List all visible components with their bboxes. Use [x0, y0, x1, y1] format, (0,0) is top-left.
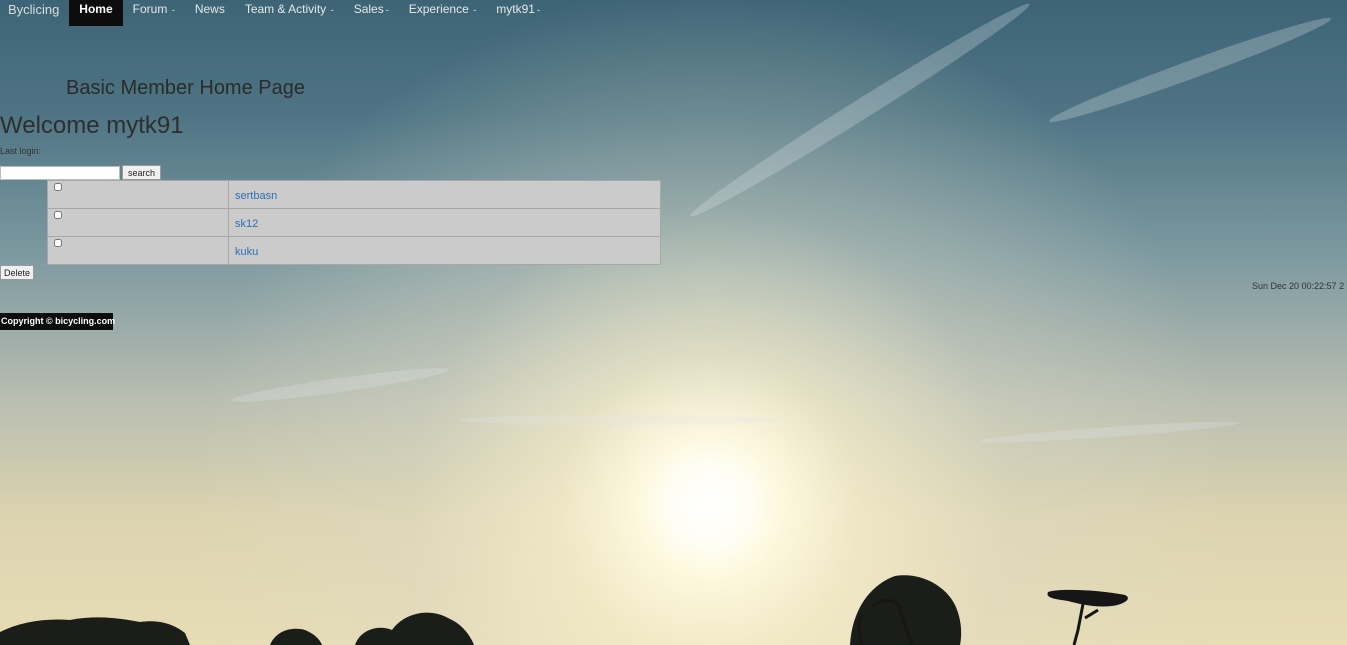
- member-checkbox[interactable]: [54, 238, 62, 247]
- member-link[interactable]: sertbasn: [235, 190, 277, 202]
- nav-home-label: Home: [79, 2, 113, 16]
- nav-experience-label: Experience: [408, 2, 469, 16]
- nav-experience[interactable]: Experience -: [399, 0, 487, 26]
- name-cell: sk12: [228, 208, 661, 237]
- caret-icon: -: [536, 5, 540, 15]
- search-input[interactable]: [0, 166, 120, 180]
- table-row: kuku: [47, 236, 661, 265]
- page-title: Basic Member Home Page: [66, 77, 305, 99]
- member-checkbox[interactable]: [54, 210, 62, 219]
- nav-sales[interactable]: Sales -: [344, 0, 399, 26]
- table-row: sertbasn: [47, 180, 661, 209]
- name-cell: kuku: [228, 236, 661, 265]
- nav-team-activity-label: Team & Activity: [244, 2, 327, 16]
- checkbox-cell: [47, 208, 229, 237]
- delete-button[interactable]: Delete: [0, 265, 34, 280]
- member-table: sertbasn sk12 kuku: [47, 180, 661, 265]
- nav-news[interactable]: News: [185, 0, 235, 26]
- brand-link[interactable]: Byclicing: [0, 0, 69, 26]
- nav-forum-label: Forum: [132, 2, 168, 16]
- nav-home[interactable]: Home: [69, 0, 123, 26]
- nav-forum[interactable]: Forum -: [123, 0, 185, 26]
- caret-icon: -: [169, 5, 175, 15]
- table-row: sk12: [47, 208, 661, 237]
- checkbox-cell: [47, 236, 229, 265]
- copyright-footer: Copyright © bicycling.com: [0, 313, 115, 330]
- search-button[interactable]: search: [122, 165, 161, 180]
- welcome-heading: Welcome mytk91: [0, 112, 184, 139]
- member-link[interactable]: kuku: [235, 246, 258, 258]
- nav-user-menu-label: mytk91: [496, 2, 535, 16]
- member-link[interactable]: sk12: [235, 218, 258, 230]
- top-navbar: Byclicing Home Forum - News Team & Activ…: [0, 0, 550, 26]
- member-checkbox[interactable]: [54, 182, 62, 191]
- timestamp: Sun Dec 20 00:22:57 2: [1252, 281, 1345, 291]
- caret-icon: -: [328, 5, 334, 15]
- caret-icon: -: [385, 5, 389, 15]
- checkbox-cell: [47, 180, 229, 209]
- nav-sales-label: Sales: [353, 2, 384, 16]
- nav-news-label: News: [194, 2, 225, 16]
- nav-team-activity[interactable]: Team & Activity -: [235, 0, 344, 26]
- caret-icon: -: [470, 5, 477, 15]
- last-login-label: Last login:: [0, 146, 42, 156]
- nav-user-menu[interactable]: mytk91-: [486, 0, 550, 26]
- name-cell: sertbasn: [228, 180, 661, 209]
